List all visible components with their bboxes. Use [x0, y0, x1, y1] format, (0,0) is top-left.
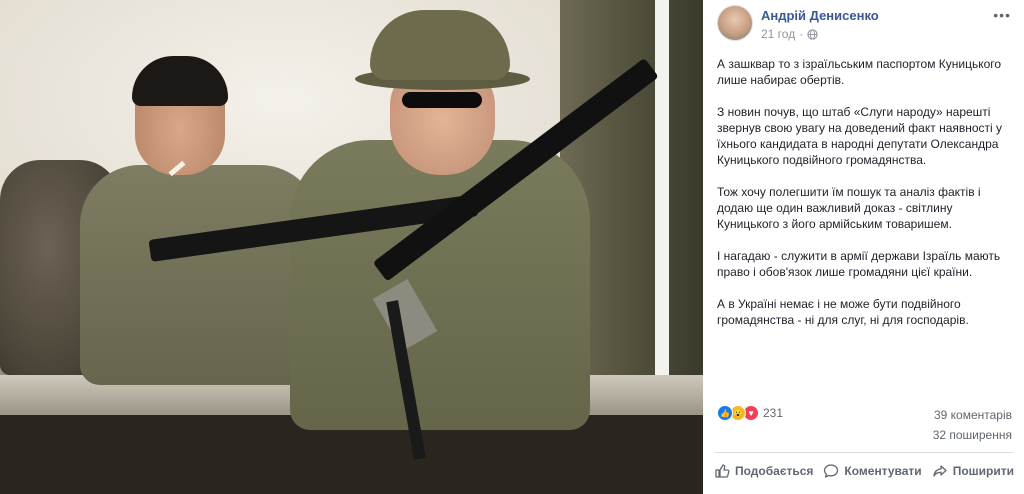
thumbs-up-icon: [715, 464, 730, 478]
like-button[interactable]: Подобається: [711, 457, 816, 485]
reaction-count[interactable]: 231: [763, 406, 783, 420]
shares-count[interactable]: 32 поширення: [933, 425, 1012, 445]
comment-button[interactable]: Коментувати: [820, 457, 924, 485]
post-side-panel: Андрій Денисенко 21 год · ••• А зашквар …: [703, 0, 1024, 494]
globe-icon[interactable]: [807, 28, 818, 40]
more-options-icon[interactable]: •••: [993, 7, 1011, 23]
person-right-body: [290, 140, 590, 430]
post-header: Андрій Денисенко 21 год · •••: [717, 5, 1017, 45]
comments-count[interactable]: 39 коментарів: [933, 405, 1012, 425]
post-text: А зашквар то з ізраїльським паспортом Ку…: [717, 56, 1013, 344]
post-paragraph: А зашквар то з ізраїльським паспортом Ку…: [717, 57, 1002, 87]
post-time[interactable]: 21 год: [761, 27, 795, 41]
post-meta: 21 год ·: [761, 27, 818, 41]
meta-separator: ·: [799, 27, 804, 41]
like-reaction-icon: 👍: [717, 405, 733, 421]
share-button[interactable]: Поширити: [929, 457, 1017, 485]
reaction-summary[interactable]: 👍 😮 ♥ 231: [717, 405, 783, 421]
share-button-label: Поширити: [952, 464, 1014, 478]
post-stats: 39 коментарів 32 поширення: [933, 405, 1012, 445]
comment-icon: [824, 464, 839, 478]
person-right-glasses: [402, 92, 482, 108]
actions-divider: [715, 452, 1013, 453]
post-paragraph: А в Україні немає і не може бути подвійн…: [717, 297, 969, 327]
post-actions: Подобається Коментувати Поширити: [711, 457, 1017, 485]
person-left-hair: [132, 56, 228, 106]
post-photo[interactable]: [0, 0, 703, 494]
avatar[interactable]: [717, 5, 753, 41]
post-paragraph: Тож хочу полегшити їм пошук та аналіз фа…: [717, 185, 981, 231]
comment-button-label: Коментувати: [844, 464, 922, 478]
share-icon: [933, 465, 947, 477]
like-button-label: Подобається: [735, 464, 814, 478]
person-right-hat: [370, 10, 510, 80]
author-name[interactable]: Андрій Денисенко: [761, 8, 879, 23]
post-paragraph: І нагадаю - служити в армії держави Ізра…: [717, 249, 1001, 279]
post-paragraph: З новин почув, що штаб «Слуги народу» на…: [717, 105, 1003, 167]
